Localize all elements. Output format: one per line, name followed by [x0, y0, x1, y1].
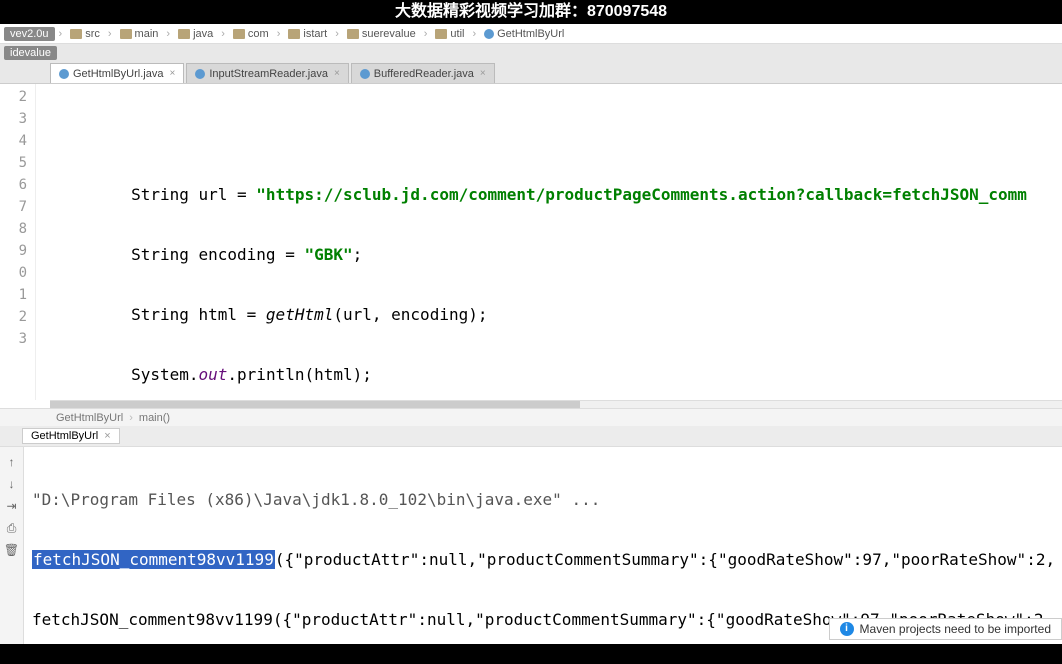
breadcrumb-folder[interactable]: istart [284, 27, 331, 41]
folder-icon [70, 29, 82, 39]
bottom-letterbox [0, 644, 1062, 664]
java-file-icon [360, 69, 370, 79]
breadcrumb-class[interactable]: GetHtmlByUrl [480, 27, 568, 41]
folder-icon [435, 29, 447, 39]
chevron-right-icon: › [424, 28, 428, 40]
chevron-right-icon: › [472, 28, 476, 40]
editor-tabs: GetHtmlByUrl.java × InputStreamReader.ja… [0, 62, 1062, 84]
console-command: "D:\Program Files (x86)\Java\jdk1.8.0_10… [32, 489, 1054, 511]
run-breadcrumb: GetHtmlByUrl › main() [0, 408, 1062, 426]
clear-icon[interactable]: 🗑 [4, 542, 20, 558]
scroll-down-icon[interactable]: ↓ [4, 476, 20, 492]
class-icon [484, 29, 494, 39]
info-icon: i [840, 622, 854, 636]
tab-label: InputStreamReader.java [209, 68, 328, 80]
folder-icon [347, 29, 359, 39]
breadcrumb-folder[interactable]: com [229, 27, 273, 41]
tab-label: BufferedReader.java [374, 68, 474, 80]
tab-inputstreamreader[interactable]: InputStreamReader.java × [186, 63, 348, 83]
close-icon[interactable]: × [169, 68, 175, 79]
console-toolbar: ↑ ↓ ⇥ ⎙ 🗑 [0, 447, 24, 646]
breadcrumb-folder[interactable]: java [174, 27, 217, 41]
editor-scrollbar[interactable] [50, 400, 1062, 408]
chevron-right-icon: › [108, 28, 112, 40]
breadcrumb: vev2.0u › src › main › java › com › ista… [0, 24, 1062, 44]
console-panel: ↑ ↓ ⇥ ⎙ 🗑 "D:\Program Files (x86)\Java\j… [0, 446, 1062, 646]
run-method[interactable]: main() [139, 412, 170, 424]
soft-wrap-icon[interactable]: ⇥ [4, 498, 20, 514]
java-file-icon [195, 69, 205, 79]
run-class[interactable]: GetHtmlByUrl [56, 412, 123, 424]
chevron-right-icon: › [59, 28, 63, 40]
chevron-right-icon: › [221, 28, 225, 40]
run-tab-label: GetHtmlByUrl [31, 430, 98, 442]
breadcrumb-folder[interactable]: main [116, 27, 163, 41]
close-icon[interactable]: × [104, 430, 110, 442]
scroll-up-icon[interactable]: ↑ [4, 454, 20, 470]
code-editor[interactable]: 234 567 890 123 String url = "https://sc… [0, 84, 1062, 400]
tab-bufferedreader[interactable]: BufferedReader.java × [351, 63, 495, 83]
chevron-right-icon: › [277, 28, 281, 40]
breadcrumb-folder[interactable]: suerevalue [343, 27, 420, 41]
scrollbar-thumb[interactable] [50, 401, 580, 408]
breadcrumb-sub-label[interactable]: idevalue [4, 46, 57, 60]
console-line: fetchJSON_comment98vv1199({"productAttr"… [32, 549, 1054, 571]
fold-gutter[interactable] [36, 84, 50, 400]
tab-label: GetHtmlByUrl.java [73, 68, 163, 80]
folder-icon [233, 29, 245, 39]
top-banner-text: 大数据精彩视频学习加群：870097548 [0, 0, 1062, 24]
console-output[interactable]: "D:\Program Files (x86)\Java\jdk1.8.0_10… [24, 447, 1062, 646]
breadcrumb-sub: idevalue [0, 44, 1062, 62]
folder-icon [178, 29, 190, 39]
java-file-icon [59, 69, 69, 79]
print-icon[interactable]: ⎙ [4, 520, 20, 536]
close-icon[interactable]: × [480, 68, 486, 79]
breadcrumb-folder[interactable]: src [66, 27, 104, 41]
breadcrumb-root[interactable]: vev2.0u [4, 27, 55, 41]
close-icon[interactable]: × [334, 68, 340, 79]
run-label [0, 434, 16, 438]
folder-icon [120, 29, 132, 39]
maven-import-notification[interactable]: i Maven projects need to be imported [829, 618, 1062, 640]
run-tab[interactable]: GetHtmlByUrl × [22, 428, 120, 444]
run-panel-header: GetHtmlByUrl × [0, 426, 1062, 446]
chevron-right-icon: › [129, 412, 133, 424]
chevron-right-icon: › [166, 28, 170, 40]
code-content[interactable]: String url = "https://sclub.jd.com/comme… [50, 84, 1062, 400]
notification-text: Maven projects need to be imported [860, 622, 1051, 636]
folder-icon [288, 29, 300, 39]
breadcrumb-folder[interactable]: util [431, 27, 468, 41]
selected-text: fetchJSON_comment98vv1199 [32, 550, 275, 569]
chevron-right-icon: › [335, 28, 339, 40]
tab-gethtmlbyurl[interactable]: GetHtmlByUrl.java × [50, 63, 184, 83]
line-gutter: 234 567 890 123 [0, 84, 36, 400]
